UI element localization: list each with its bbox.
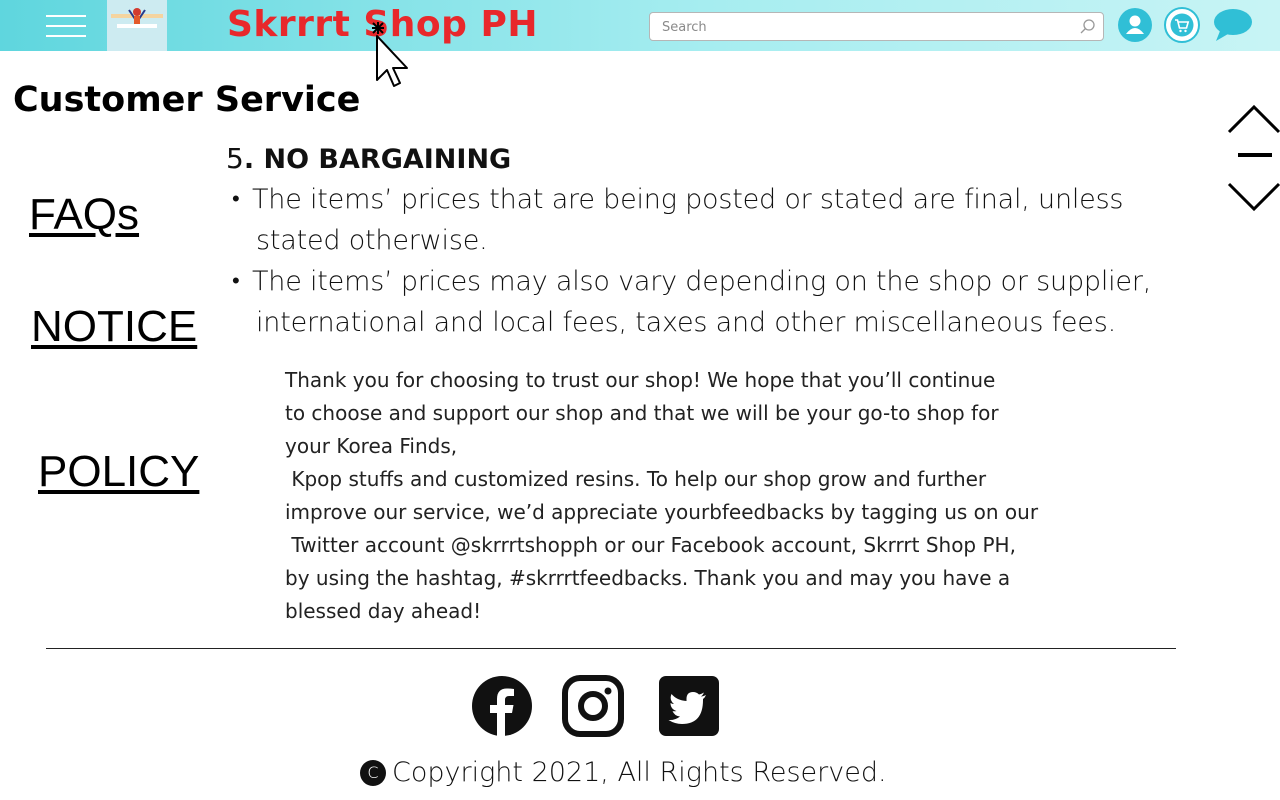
policy-heading-text: . NO BARGAINING — [243, 144, 512, 175]
cart-icon[interactable] — [1164, 7, 1200, 43]
brand-title[interactable]: Skrrrt Shop PH — [227, 4, 538, 45]
bullet-mark: • — [232, 269, 240, 294]
shop-logo[interactable] — [107, 0, 167, 51]
copyright-symbol-icon: C — [360, 760, 386, 786]
nav-link-faqs[interactable]: FAQs — [29, 190, 139, 240]
policy-bullet-line: international and local fees, taxes and … — [256, 307, 1116, 338]
thank-you-line: your Korea Finds, — [285, 434, 458, 458]
instagram-icon[interactable] — [562, 675, 624, 737]
search-icon[interactable] — [1079, 18, 1097, 40]
chevron-down-icon[interactable] — [1226, 178, 1280, 214]
policy-number: 5 — [226, 142, 244, 175]
policy-bullet: • The items’ prices that are being poste… — [226, 179, 1186, 261]
nav-link-policy[interactable]: POLICY — [38, 447, 199, 497]
thank-you-line: Twitter account @skrrrtshopph or our Fac… — [285, 533, 1016, 557]
hamburger-icon[interactable] — [46, 13, 86, 39]
policy-bullet-line: stated otherwise. — [256, 225, 488, 256]
thank-you-line: improve our service, we’d appreciate you… — [285, 500, 1039, 524]
policy-section: 5. NO BARGAINING • The items’ prices tha… — [226, 140, 1186, 343]
top-header-bar: Skrrrt Shop PH — [0, 0, 1280, 51]
page-title: Customer Service — [13, 80, 361, 120]
search-input[interactable] — [660, 13, 1074, 42]
twitter-icon[interactable] — [658, 675, 720, 737]
facebook-icon[interactable] — [471, 675, 533, 737]
thank-you-line: Kpop stuffs and customized resins. To he… — [285, 467, 987, 491]
thank-you-line: by using the hashtag, #skrrrtfeedbacks. … — [285, 566, 1011, 590]
user-icon[interactable] — [1118, 8, 1152, 42]
minus-icon[interactable] — [1238, 153, 1272, 157]
thank-you-line: Thank you for choosing to trust our shop… — [285, 368, 996, 392]
policy-bullet-line: The items’ prices may also vary dependin… — [252, 266, 1152, 297]
policy-bullet-line: The items’ prices that are being posted … — [252, 184, 1124, 215]
copyright-text: Copyright 2021, All Rights Reserved. — [392, 757, 887, 788]
search-box[interactable] — [649, 12, 1104, 42]
copyright: C Copyright 2021, All Rights Reserved. — [360, 757, 887, 788]
chevron-up-icon[interactable] — [1226, 102, 1280, 138]
footer-divider — [46, 648, 1176, 649]
nav-link-notice[interactable]: NOTICE — [31, 302, 197, 352]
policy-heading: 5. NO BARGAINING — [226, 140, 1186, 179]
thank-you-line: to choose and support our shop and that … — [285, 401, 999, 425]
policy-bullet: • The items’ prices may also vary depend… — [226, 261, 1186, 343]
chat-icon[interactable] — [1212, 7, 1256, 41]
thank-you-line: blessed day ahead! — [285, 599, 482, 623]
thank-you-note: Thank you for choosing to trust our shop… — [285, 364, 1085, 628]
bullet-mark: • — [232, 187, 240, 212]
